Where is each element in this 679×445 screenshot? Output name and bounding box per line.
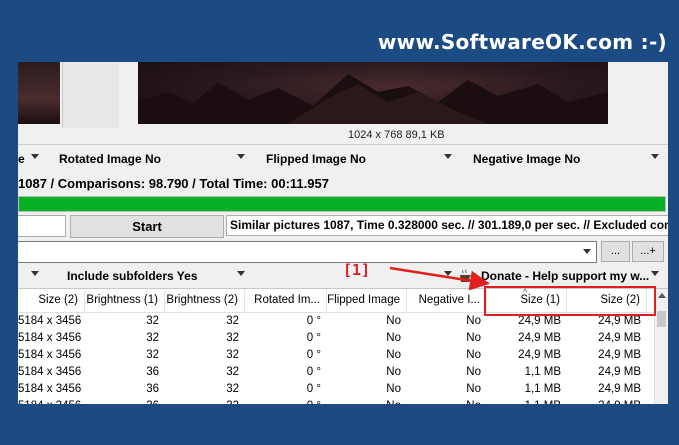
- table-row[interactable]: 5184 x 3456 32 32 0 ° No No 24,9 MB 24,9 MB: [18, 330, 655, 347]
- preview-area: 1024 x 768 89,1 KB: [18, 62, 668, 144]
- table-cell: 1,1 MB: [487, 398, 567, 404]
- table-cell: 32: [226, 366, 239, 378]
- table-cell: No: [327, 398, 407, 404]
- table-row[interactable]: 5184 x 345636320 °NoNo1,1 MB24,9 MB: [18, 398, 655, 404]
- table-cell: 36: [146, 383, 159, 395]
- status-text: Similar pictures 1087, Time 0.328000 sec…: [226, 215, 668, 236]
- table-cell: No: [466, 383, 481, 395]
- table-cell: 32: [146, 315, 159, 327]
- column-header[interactable]: Flipped Image: [327, 289, 407, 312]
- table-cell: No: [386, 349, 401, 361]
- table-cell: No: [466, 315, 481, 327]
- chevron-down-icon[interactable]: [651, 154, 659, 159]
- column-header[interactable]: Negative I...: [407, 289, 487, 312]
- table-cell: 0 °: [306, 349, 321, 361]
- image-preview-main: [138, 62, 608, 124]
- table-cell: No: [466, 366, 481, 378]
- table-cell: 0 °: [306, 332, 321, 344]
- table-cell: 32: [165, 398, 245, 404]
- chevron-down-icon[interactable]: [237, 271, 245, 276]
- table-cell: 32: [226, 383, 239, 395]
- table-cell: No: [386, 332, 401, 344]
- preview-divider[interactable]: [62, 62, 119, 128]
- image-preview-left: [18, 62, 60, 124]
- table-cell: 5184 x 3456: [18, 315, 82, 327]
- chevron-down-icon[interactable]: [237, 154, 245, 159]
- table-row[interactable]: 5184 x 3456 32 32 0 ° No No 24,9 MB 24,9 MB: [18, 347, 655, 364]
- column-header[interactable]: Brightness (2): [165, 289, 245, 312]
- table-cell: 0 °: [306, 315, 321, 327]
- table-cell: 24,9 MB: [598, 332, 641, 344]
- progress-fill: [19, 197, 665, 211]
- table-cell: No: [466, 332, 481, 344]
- table-cell: No: [407, 398, 487, 404]
- vertical-scrollbar[interactable]: [654, 289, 668, 404]
- include-subfolders-option[interactable]: Include subfolders Yes: [67, 269, 198, 283]
- column-header[interactable]: Size (2): [18, 289, 85, 312]
- table-cell: 24,9 MB: [518, 332, 561, 344]
- table-cell: 36: [85, 398, 165, 404]
- chevron-down-icon[interactable]: [444, 154, 452, 159]
- table-cell: No: [386, 366, 401, 378]
- chevron-down-icon[interactable]: [583, 249, 591, 254]
- filter-toolbar: e Rotated Image No Flipped Image No Nega…: [18, 148, 668, 170]
- image-size-caption: 1024 x 768 89,1 KB: [348, 129, 445, 141]
- chevron-down-icon[interactable]: [31, 154, 39, 159]
- table-cell: No: [386, 383, 401, 395]
- column-header[interactable]: Brightness (1): [85, 289, 165, 312]
- table-cell: 1,1 MB: [524, 366, 561, 378]
- start-button[interactable]: Start: [70, 215, 224, 238]
- table-row[interactable]: 5184 x 3456 36 32 0 ° No No 1,1 MB 24,9 MB: [18, 364, 655, 381]
- watermark-text: www.SoftwareOK.com :-): [377, 30, 667, 54]
- table-cell: 24,9 MB: [598, 383, 641, 395]
- table-row[interactable]: 5184 x 3456 36 32 0 ° No No 1,1 MB 24,9 MB: [18, 381, 655, 398]
- filter-flipped[interactable]: Flipped Image No: [266, 152, 366, 166]
- chevron-down-icon[interactable]: [444, 271, 452, 276]
- coffee-icon[interactable]: [458, 268, 474, 284]
- table-cell: 24,9 MB: [567, 398, 647, 404]
- annotation-highlight-box: [484, 286, 656, 316]
- scroll-thumb[interactable]: [657, 311, 666, 327]
- table-cell: 32: [226, 349, 239, 361]
- table-cell: 36: [146, 366, 159, 378]
- annotation-label: [1]: [343, 261, 371, 279]
- filter-rotated[interactable]: Rotated Image No: [59, 152, 161, 166]
- table-cell: 5184 x 3456: [18, 383, 82, 395]
- app-window: 1024 x 768 89,1 KB e Rotated Image No Fl…: [18, 62, 668, 404]
- splitter[interactable]: [18, 144, 668, 145]
- folder-path-combo[interactable]: [18, 241, 597, 263]
- filter-negative[interactable]: Negative Image No: [473, 152, 580, 166]
- threshold-input[interactable]: [18, 215, 66, 237]
- table-cell: 32: [226, 315, 239, 327]
- table-cell: No: [386, 315, 401, 327]
- chevron-down-icon[interactable]: [31, 271, 39, 276]
- table-cell: 24,9 MB: [518, 349, 561, 361]
- table-cell: 5184 x 3456: [18, 366, 82, 378]
- table-cell: 0 °: [245, 398, 327, 404]
- table-cell: 5184 x 3456: [18, 349, 82, 361]
- table-cell: 24,9 MB: [598, 366, 641, 378]
- column-header[interactable]: Rotated Im...: [245, 289, 327, 312]
- table-cell: 32: [146, 349, 159, 361]
- donate-option[interactable]: Donate - Help support my w...: [481, 269, 649, 283]
- table-cell: 5184 x 3456: [18, 398, 85, 404]
- add-folder-button[interactable]: ...+: [632, 241, 664, 262]
- browse-button[interactable]: ...: [601, 241, 630, 262]
- table-cell: 32: [226, 332, 239, 344]
- table-cell: 0 °: [306, 366, 321, 378]
- filter-partial-label[interactable]: e: [18, 152, 25, 166]
- table-cell: 24,9 MB: [598, 349, 641, 361]
- table-cell: 32: [146, 332, 159, 344]
- comparison-stats: 1087 / Comparisons: 98.790 / Total Time:…: [18, 176, 329, 191]
- table-cell: 0 °: [306, 383, 321, 395]
- chevron-down-icon[interactable]: [651, 271, 659, 276]
- progress-bar: [18, 196, 666, 212]
- table-cell: No: [466, 349, 481, 361]
- table-cell: 1,1 MB: [524, 383, 561, 395]
- table-cell: 5184 x 3456: [18, 332, 82, 344]
- scroll-up-icon[interactable]: [658, 293, 666, 298]
